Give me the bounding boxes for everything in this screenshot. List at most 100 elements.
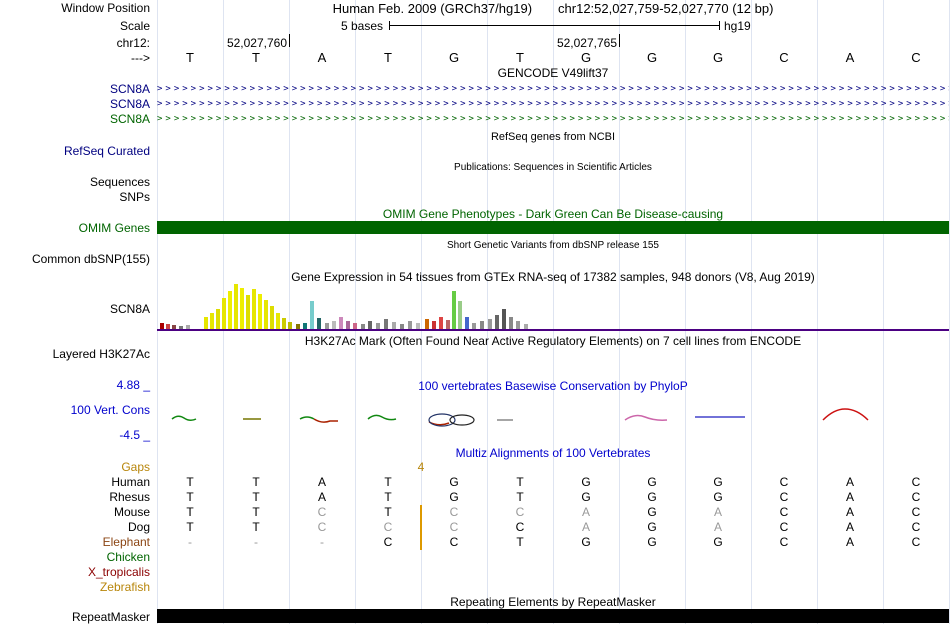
gencode-gene-label[interactable]: SCN8A (0, 97, 150, 111)
gtex-tissue-bar (288, 322, 292, 329)
alignment-base: G (647, 520, 657, 534)
window-coordinates: chr12:52,027,759-52,027,770 (12 bp) (558, 1, 774, 16)
h3k27ac-label[interactable]: Layered H3K27Ac (0, 347, 150, 361)
gtex-tissue-bar (258, 294, 262, 329)
multiz-species-label[interactable]: Elephant (0, 535, 150, 549)
gtex-tissue-bar (384, 319, 388, 329)
alignment-base: C (449, 520, 459, 534)
snps-label[interactable]: SNPs (0, 190, 150, 204)
alignment-base: C (779, 475, 789, 489)
alignment-base: G (713, 475, 723, 489)
alignment-base: T (384, 475, 392, 489)
gtex-tissue-bar (346, 321, 350, 329)
gtex-tissue-bar (234, 284, 238, 329)
sequences-label[interactable]: Sequences (0, 175, 150, 189)
multiz-title[interactable]: Multiz Alignments of 100 Vertebrates (157, 446, 949, 460)
dbsnp-title[interactable]: Short Genetic Variants from dbSNP releas… (157, 239, 949, 253)
h3k27ac-title[interactable]: H3K27Ac Mark (Often Found Near Active Re… (157, 334, 949, 348)
ruler-tick-mark (289, 34, 290, 47)
ruler-base: T (252, 50, 260, 65)
omim-genes-label[interactable]: OMIM Genes (0, 221, 150, 235)
phylop-mark (313, 418, 338, 423)
gencode-transcript-line[interactable]: >>>>>>>>>>>>>>>>>>>>>>>>>>>>>>>>>>>>>>>>… (157, 82, 949, 97)
publications-title[interactable]: Publications: Sequences in Scientific Ar… (157, 161, 949, 175)
gencode-title[interactable]: GENCODE V49lift37 (157, 66, 949, 80)
alignment-base: G (713, 535, 723, 549)
multiz-species-label[interactable]: Rhesus (0, 490, 150, 504)
window-position-label: Window Position (61, 1, 150, 15)
alignment-base: A (581, 505, 590, 519)
gencode-gene-label[interactable]: SCN8A (0, 112, 150, 126)
multiz-alignment-row-zebrafish[interactable] (157, 580, 949, 595)
alignment-base: A (713, 505, 722, 519)
multiz-species-label[interactable]: Gaps (0, 460, 150, 474)
gtex-tissue-bar (425, 319, 429, 329)
gtex-title[interactable]: Gene Expression in 54 tissues from GTEx … (157, 270, 949, 284)
alignment-base: C (317, 520, 327, 534)
multiz-alignment-row-dog[interactable]: TTCCCCAGACAC (157, 520, 949, 535)
repeatmasker-label[interactable]: RepeatMasker (0, 610, 150, 624)
alignment-base: G (647, 535, 657, 549)
gtex-gene-label[interactable]: SCN8A (0, 302, 150, 316)
assembly-position-line: Human Feb. 2009 (GRCh37/hg19) chr12:52,0… (157, 1, 949, 16)
gencode-transcript-line[interactable]: >>>>>>>>>>>>>>>>>>>>>>>>>>>>>>>>>>>>>>>>… (157, 97, 949, 112)
dbsnp-label[interactable]: Common dbSNP(155) (0, 252, 150, 266)
alignment-base: C (515, 520, 525, 534)
gencode-transcript-line[interactable]: >>>>>>>>>>>>>>>>>>>>>>>>>>>>>>>>>>>>>>>>… (157, 112, 949, 127)
multiz-species-label[interactable]: Zebrafish (0, 580, 150, 594)
alignment-base: T (252, 475, 260, 489)
multiz-species-label[interactable]: X_tropicalis (0, 565, 150, 579)
genome-version: hg19 (724, 19, 751, 33)
phylop-track-label[interactable]: 100 Vert. Cons (0, 403, 150, 417)
gtex-tissue-bar (452, 291, 456, 329)
alignment-base: A (845, 490, 854, 504)
alignment-base: T (384, 490, 392, 504)
alignment-base: C (779, 490, 789, 504)
multiz-alignment-row-human[interactable]: TTATGTGGGCAC (157, 475, 949, 490)
alignment-base: C (911, 520, 921, 534)
multiz-alignment-row-elephant[interactable]: ---CCTGGGCAC (157, 535, 949, 550)
ruler-tick-label: 52,027,765 (556, 36, 617, 50)
ruler-base: G (646, 50, 658, 65)
alignment-base: A (845, 535, 854, 549)
refseq-title[interactable]: RefSeq genes from NCBI (157, 130, 949, 144)
repeatmasker-title[interactable]: Repeating Elements by RepeatMasker (157, 595, 949, 609)
phylop-conservation-wiggle[interactable] (157, 385, 949, 443)
alignment-base: - (188, 535, 192, 549)
multiz-alignment-row-x-tropicalis[interactable] (157, 565, 949, 580)
multiz-alignment-row-rhesus[interactable]: TTATGTGGGCAC (157, 490, 949, 505)
assembly-name: Human Feb. 2009 (GRCh37/hg19) (332, 1, 533, 16)
scale-label: Scale (119, 19, 150, 33)
gtex-tissue-bar (228, 291, 232, 329)
multiz-species-label[interactable]: Mouse (0, 505, 150, 519)
phylop-mark (449, 414, 475, 426)
repeatmasker-track-bar[interactable] (157, 609, 949, 623)
omim-title[interactable]: OMIM Gene Phenotypes - Dark Green Can Be… (157, 207, 949, 221)
gtex-tissue-bar (204, 317, 208, 329)
multiz-species-label[interactable]: Chicken (0, 550, 150, 564)
refseq-curated-label[interactable]: RefSeq Curated (0, 144, 150, 158)
ruler-base: G (448, 50, 460, 65)
ruler-base: A (845, 50, 855, 65)
multiz-species-label[interactable]: Human (0, 475, 150, 489)
multiz-alignment-row-chicken[interactable] (157, 550, 949, 565)
alignment-base: C (383, 520, 393, 534)
multiz-alignment-row-gaps[interactable] (157, 460, 949, 475)
gencode-gene-label[interactable]: SCN8A (0, 82, 150, 96)
alignment-base: G (647, 490, 657, 504)
omim-genes-track-bar[interactable] (157, 221, 949, 234)
alignment-base: T (516, 535, 524, 549)
multiz-species-label[interactable]: Dog (0, 520, 150, 534)
multiz-alignment-row-mouse[interactable]: TTCTCCAGACAC (157, 505, 949, 520)
gtex-tissue-bar (332, 321, 336, 329)
alignment-base: C (779, 520, 789, 534)
alignment-base: C (779, 535, 789, 549)
phylop-mark (822, 408, 869, 421)
alignment-base: G (581, 535, 591, 549)
gtex-tissue-bar (310, 301, 314, 329)
gtex-tissue-bar (502, 309, 506, 329)
alignment-base: C (515, 505, 525, 519)
gtex-expression-barchart[interactable] (157, 284, 949, 329)
gtex-tissue-bar (222, 298, 226, 329)
ruler-base: T (384, 50, 392, 65)
